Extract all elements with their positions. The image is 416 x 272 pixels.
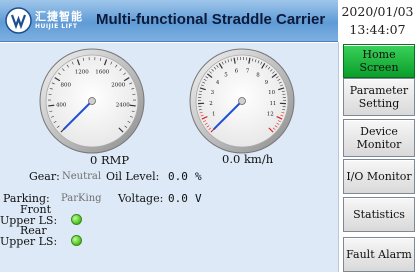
fault-alarm-button[interactable]: Fault Alarm (343, 237, 415, 272)
main-panel: 400 800 1200 1600 2000 2400 1 2 3 4 5 6 7 8 9 10 11 12 0… (0, 43, 338, 272)
device-monitor-label-2: Monitor (356, 138, 402, 151)
device-monitor-button[interactable]: Device Monitor (343, 119, 415, 157)
device-monitor-label-1: Device (360, 125, 398, 138)
parameter-setting-label-1: Parameter (349, 84, 409, 97)
nav-sidebar: Home Screen Parameter Setting Device Mon… (338, 42, 416, 272)
datetime-display: 2020/01/03 13:44:07 (339, 0, 416, 42)
app-title: Multi-functional Straddle Carrier (96, 11, 326, 28)
date-text: 2020/01/03 (341, 4, 414, 19)
voltage-value: 0.0 (168, 192, 188, 205)
oil-level-label: Oil Level: (106, 170, 160, 183)
io-monitor-button[interactable]: I/O Monitor (343, 159, 415, 194)
rpm-tick (129, 104, 136, 107)
time-text: 13:44:07 (349, 22, 406, 37)
speed-value: 0.0 (222, 152, 241, 166)
app-header: 汇捷智能 HUIJIE LIFT Multi-functional Stradd… (0, 0, 338, 42)
home-screen-button[interactable]: Home Screen (343, 44, 415, 78)
spd-tick-label: 8 (256, 72, 260, 78)
spd-tick-label: 10 (268, 90, 275, 96)
rpm-tick (48, 104, 55, 107)
rear-upper-ls-indicator-icon (71, 235, 82, 246)
rpm-tick-label: 800 (61, 83, 72, 89)
spd-tick-label: 3 (211, 90, 215, 96)
rpm-tick-label: 1200 (75, 70, 89, 76)
spd-tick-label: 2 (209, 101, 213, 107)
rear-ls-label: Upper LS: (0, 235, 58, 248)
rpm-readout: 0 RMP (90, 153, 129, 167)
speed-readout: 0.0 km/h (222, 152, 273, 166)
oil-level-value: 0.0 (168, 170, 188, 183)
voltage-label: Voltage: (118, 192, 164, 205)
spd-tick-label: 1 (212, 112, 216, 118)
logo-text-cn: 汇捷智能 (35, 10, 83, 23)
spd-tick-label: 7 (246, 69, 250, 75)
company-logo-icon (5, 7, 32, 34)
rpm-tick-label: 2400 (116, 102, 130, 108)
logo-text-en: HUIJIE LIFT (35, 23, 78, 30)
gear-label: Gear: (29, 170, 60, 183)
parameter-setting-button[interactable]: Parameter Setting (343, 78, 415, 116)
front-upper-ls-indicator-icon (71, 214, 82, 225)
rpm-tick-label: 400 (56, 102, 67, 108)
speed-gauge: 123456 789101112 (189, 48, 295, 154)
rpm-value: 0 (90, 153, 98, 167)
rpm-tick-label: 2000 (111, 83, 125, 89)
spd-tick-label: 5 (224, 72, 228, 78)
rpm-gauge: 400 800 1200 1600 2000 2400 (39, 48, 145, 154)
parameter-setting-label-2: Setting (358, 97, 400, 110)
oil-level-unit: % (195, 170, 202, 183)
spd-tick-label: 9 (265, 80, 269, 86)
gear-value: Neutral (62, 171, 102, 182)
parking-value: ParKing (61, 193, 102, 204)
rpm-tick-label: 1600 (95, 70, 109, 76)
spd-tick-label: 4 (216, 80, 220, 86)
speed-unit: km/h (243, 152, 274, 166)
statistics-button[interactable]: Statistics (343, 197, 415, 232)
rpm-unit: RMP (100, 153, 130, 167)
spd-tick-label: 11 (269, 101, 276, 107)
spd-tick-label: 12 (267, 112, 274, 118)
spd-tick-label: 6 (235, 69, 239, 75)
voltage-unit: V (195, 192, 202, 205)
